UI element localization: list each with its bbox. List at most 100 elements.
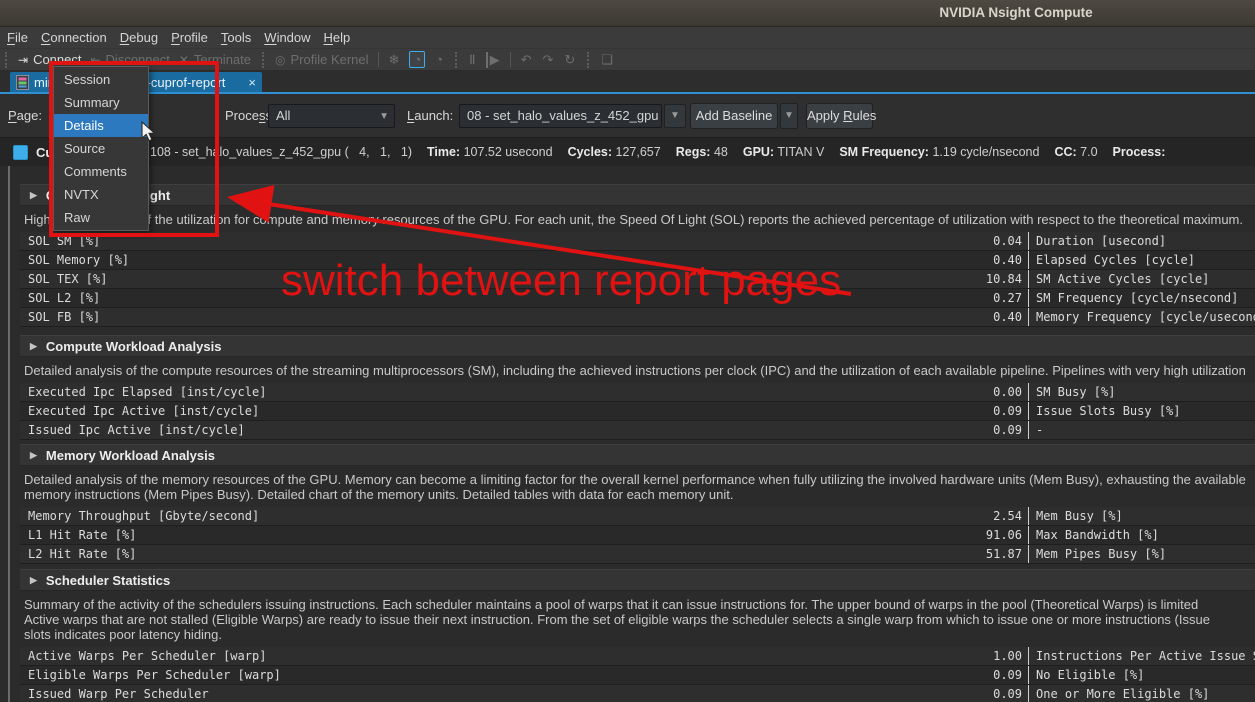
column-divider [1028,526,1029,544]
current-kernel-checkbox[interactable] [13,145,28,160]
metric-name-col2: SM Active Cycles [cycle] [1036,270,1209,288]
resume-icon[interactable]: ▶ [486,52,501,68]
connect-label: Connect [33,52,81,67]
info-field-regs: Regs: 48 [676,145,728,159]
toolbar-drag-handle [5,52,7,68]
tab-close-icon[interactable]: × [248,76,256,89]
menu-item-summary[interactable]: Summary [54,91,148,114]
menu-connection[interactable]: Connection [41,30,107,45]
metric-name-col2: No Eligible [%] [1036,666,1144,684]
info-field-process: Process: [1113,145,1166,159]
section-title: Compute Workload Analysis [46,339,222,354]
add-baseline-dropdown-button[interactable]: ▼ [780,103,798,129]
info-field-sm-frequency: SM Frequency: 1.19 cycle/nsecond [839,145,1039,159]
metric-name-col2: Max Bandwidth [%] [1036,526,1159,544]
menu-item-session[interactable]: Session [54,68,148,91]
section-header-memory-workload-analysis[interactable]: ▶Memory Workload Analysis [20,444,1255,466]
menu-file[interactable]: File [7,30,28,45]
metric-name-col2: Instructions Per Active Issue Slot [inst… [1036,647,1255,665]
info-field-gpu: GPU: TITAN V [743,145,825,159]
step-forward-icon[interactable]: ↻ [563,52,576,68]
metric-value: 0.40 [20,308,1022,326]
auto-profile-icon[interactable]: ◔ [409,51,425,68]
toolbar-drag-handle [262,52,264,68]
section-title: Memory Workload Analysis [46,448,215,463]
metric-value: 0.09 [20,666,1022,684]
window-title: NVIDIA Nsight Compute [939,5,1092,20]
process-combobox[interactable]: All ▼ [268,104,395,128]
metric-name-col2: SM Busy [%] [1036,383,1115,401]
step-over-icon[interactable]: ↷ [541,52,554,68]
chevron-down-icon: ▼ [670,110,680,121]
menu-item-comments[interactable]: Comments [54,160,148,183]
report-details-page[interactable]: ▶GPU Speed Of LightHigh-level overview o… [8,166,1255,702]
table-row: SOL FB [%]0.40Memory Frequency [cycle/us… [20,308,1255,327]
collapse-arrow-icon: ▶ [30,190,37,201]
metric-value: 0.27 [20,289,1022,307]
toolbar-separator [378,52,379,67]
section-header-gpu-speed-of-light[interactable]: ▶GPU Speed Of Light [20,184,1255,206]
table-row: SOL Memory [%]0.40Elapsed Cycles [cycle] [20,251,1255,270]
menu-item-source[interactable]: Source [54,137,148,160]
step-back-icon[interactable]: ↶ [520,52,533,68]
launch-combobox[interactable]: 08 - set_halo_values_z_452_gpu [459,104,662,128]
metric-value: 1.00 [20,647,1022,665]
column-divider [1028,383,1029,401]
menu-debug[interactable]: Debug [120,30,158,45]
tab-bar: min t-cuprof-report × [0,71,1255,94]
kernel-name: 108 - set_halo_values_z_452_gpu ( 4, 1, … [150,145,412,159]
menu-item-details[interactable]: Details [54,114,148,137]
table-row: Memory Throughput [Gbyte/second]2.54Mem … [20,507,1255,526]
profile-kernel-button[interactable]: ◎ Profile Kernel [275,52,369,67]
section-header-compute-workload-analysis[interactable]: ▶ Compute Workload Analysis [20,335,1255,357]
toolbar: ⇥Connect ⇤Disconnect ✕Terminate ◎ Profile Ke… [0,49,1255,71]
menu-item-raw[interactable]: Raw [54,206,148,229]
metric-name-col2: SM Frequency [cycle/nsecond] [1036,289,1238,307]
collapse-arrow-icon: ▶ [30,341,37,352]
metric-name-col2: Memory Frequency [cycle/usecond] [1036,308,1255,326]
pause-icon[interactable]: Ⅱ [468,52,476,68]
section-description: slots indicates poor latency hiding. [24,627,1255,642]
metric-value: 51.87 [20,545,1022,563]
kernel-info-fields: 108 - set_halo_values_z_452_gpu ( 4, 1, … [150,145,1165,159]
column-divider [1028,251,1029,269]
metrics-table-gpu-speed-of-light: SOL SM [%]0.04Duration [usecond]SOL Memo… [20,232,1255,327]
table-row: L1 Hit Rate [%]91.06Max Bandwidth [%] [20,526,1255,545]
apply-rules-button[interactable]: Apply Rules [806,103,873,129]
connect-button[interactable]: ⇥Connect [18,52,81,67]
chevron-down-icon: ▼ [784,110,794,121]
table-row: L2 Hit Rate [%]51.87Mem Pipes Busy [%] [20,545,1255,564]
profile-series-icon[interactable]: ◔ [434,52,444,67]
launch-dropdown-button[interactable]: ▼ [664,104,686,128]
column-divider [1028,685,1029,702]
metric-name-col2: Mem Pipes Busy [%] [1036,545,1166,563]
terminate-button[interactable]: ✕Terminate [179,52,251,67]
menu-help[interactable]: Help [324,30,351,45]
info-field-cc: CC: 7.0 [1054,145,1097,159]
freeze-api-icon[interactable]: ❄ [388,52,401,68]
metrics-table-memory-workload-analysis: Memory Throughput [Gbyte/second]2.54Mem … [20,507,1255,564]
menu-profile[interactable]: Profile [171,30,208,45]
metric-name-col2: Duration [usecond] [1036,232,1166,250]
disconnect-button[interactable]: ⇤Disconnect [90,52,169,67]
menu-window[interactable]: Window [264,30,310,45]
column-divider [1028,270,1029,288]
menu-item-nvtx[interactable]: NVTX [54,183,148,206]
metric-name-col2: Issue Slots Busy [%] [1036,402,1181,420]
disconnect-icon: ⇤ [90,53,100,67]
table-row: Executed Ipc Elapsed [inst/cycle]0.00SM … [20,383,1255,402]
section-description: Summary of the activity of the scheduler… [24,597,1255,612]
table-row: Issued Ipc Active [inst/cycle]0.09- [20,421,1255,440]
profile-kernel-label: Profile Kernel [290,52,368,67]
tab-label-left: min [34,75,55,90]
menu-tools[interactable]: Tools [221,30,251,45]
metric-name-col2: - [1036,421,1043,439]
add-baseline-button[interactable]: Add Baseline [690,103,778,129]
section-header-scheduler-statistics[interactable]: ▶Scheduler Statistics [20,569,1255,591]
profile-kernel-icon: ◎ [275,53,285,67]
nsight-compute-window: NVIDIA Nsight Compute File Connection Debu… [0,0,1255,702]
metric-name-col2: One or More Eligible [%] [1036,685,1209,702]
copy-image-icon[interactable]: ❏ [600,52,614,68]
report-document-icon [16,75,29,90]
table-row: SOL SM [%]0.04Duration [usecond] [20,232,1255,251]
